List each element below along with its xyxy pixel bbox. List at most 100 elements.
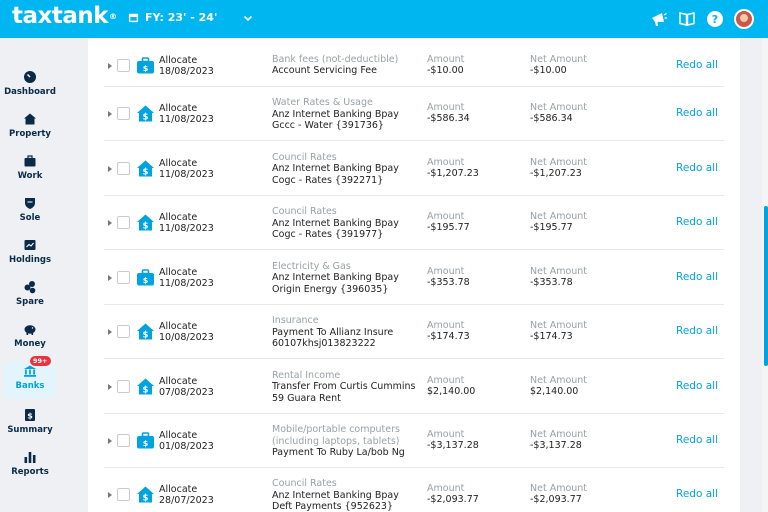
table-row[interactable]: $ Allocate 01/08/2023 Mobile/portable compu… xyxy=(104,414,724,468)
row-checkbox[interactable] xyxy=(117,325,130,338)
allocate-status[interactable]: Allocate xyxy=(159,158,214,169)
description-line1: Anz Internet Banking Bpay xyxy=(272,163,399,174)
amount-value: -$174.73 xyxy=(427,331,470,342)
net-amount-cell: Net Amount -$174.73 xyxy=(530,320,587,342)
fy-selector[interactable]: FY: 23' - 24' xyxy=(128,11,253,24)
amount-header: Amount xyxy=(427,374,465,386)
shield-icon xyxy=(25,198,35,209)
amount-cell: Amount -$586.34 xyxy=(427,102,470,124)
redo-all-link[interactable]: Redo all xyxy=(676,380,718,392)
net-amount-header: Net Amount xyxy=(530,483,588,494)
table-row[interactable]: $ Allocate 10/08/2023 Insurance Payment To A… xyxy=(104,305,724,359)
piggy-bank-icon xyxy=(24,325,36,335)
category-label: Council Rates xyxy=(272,206,337,217)
net-amount-cell: Net Amount -$3,137.28 xyxy=(530,429,587,451)
property-category-icon: $ xyxy=(136,322,155,341)
category-label: Mobile/portable computers xyxy=(272,424,400,435)
sidebar-item-property[interactable]: Property xyxy=(4,110,56,148)
row-checkbox[interactable] xyxy=(117,216,130,229)
allocate-status[interactable]: Allocate xyxy=(159,321,214,332)
row-checkbox[interactable] xyxy=(117,488,130,501)
sidebar-item-banks[interactable]: Banks 99+ xyxy=(4,356,56,398)
taxtank-logo[interactable]: taxtank® xyxy=(12,3,117,29)
expand-caret-icon[interactable] xyxy=(108,111,112,117)
allocate-status[interactable]: Allocate xyxy=(159,484,214,495)
sidebar: Dashboard Property Work Sole Holdings Sp… xyxy=(0,38,60,512)
net-amount-value: -$586.34 xyxy=(530,113,573,124)
table-row[interactable]: $ Allocate 28/07/2023 Council Rates Anz Inte… xyxy=(104,468,724,512)
allocate-status[interactable]: Allocate xyxy=(159,55,214,66)
expand-caret-icon[interactable] xyxy=(108,438,112,444)
allocate-status[interactable]: Allocate xyxy=(159,103,214,114)
redo-all-link[interactable]: Redo all xyxy=(676,325,718,337)
redo-all-link[interactable]: Redo all xyxy=(676,216,718,228)
category-label: Council Rates xyxy=(272,151,337,163)
scrollbar-thumb[interactable] xyxy=(764,206,768,366)
sidebar-item-reports[interactable]: Reports xyxy=(4,448,56,486)
row-checkbox[interactable] xyxy=(117,434,130,447)
expand-caret-icon[interactable] xyxy=(108,165,112,172)
expand-caret-icon[interactable] xyxy=(108,274,112,281)
table-row[interactable]: $ Allocate 11/08/2023 Electricity & Gas Anz … xyxy=(104,250,724,305)
book-icon[interactable] xyxy=(678,10,696,28)
table-row[interactable]: $ Allocate 11/08/2023 Water Rates & Usage An… xyxy=(104,87,724,141)
description: Water Rates & Usage Anz Internet Banking … xyxy=(272,97,422,132)
amount-cell: Amount -$2,093.77 xyxy=(427,483,479,505)
megaphone-icon[interactable] xyxy=(650,10,668,28)
amount-value: -$195.77 xyxy=(427,222,470,233)
row-checkbox[interactable] xyxy=(117,107,130,120)
allocate-status[interactable]: Allocate xyxy=(159,212,214,223)
allocate-status[interactable]: Allocate xyxy=(159,267,214,278)
amount-cell: Amount $2,140.00 xyxy=(427,375,475,397)
status-date: Allocate 11/08/2023 xyxy=(159,158,214,180)
redo-all-link[interactable]: Redo all xyxy=(676,162,718,174)
table-row[interactable]: $ Allocate 07/08/2023 Rental Income Transfer… xyxy=(104,359,724,414)
description-line1: Account Servicing Fee xyxy=(272,65,377,76)
allocate-status[interactable]: Allocate xyxy=(159,376,214,387)
fy-label: FY: 23' - 24' xyxy=(145,11,218,24)
sidebar-item-holdings[interactable]: Holdings xyxy=(4,236,56,274)
sidebar-item-label: Reports xyxy=(11,467,49,477)
table-row[interactable]: $ Allocate 11/08/2023 Council Rates Anz Inte… xyxy=(104,196,724,250)
amount-header: Amount xyxy=(427,156,465,168)
row-checkbox[interactable] xyxy=(117,58,130,72)
expand-caret-icon[interactable] xyxy=(108,329,112,335)
row-checkbox[interactable] xyxy=(117,161,130,175)
avatar[interactable] xyxy=(734,9,754,29)
sidebar-item-sole[interactable]: Sole xyxy=(4,194,56,232)
net-amount-header: Net Amount xyxy=(530,156,588,168)
table-row[interactable]: $ Allocate 18/08/2023 Bank fees (not-deduct… xyxy=(104,44,724,87)
sidebar-item-work[interactable]: Work xyxy=(4,152,56,190)
sidebar-item-money[interactable]: Money xyxy=(4,320,56,358)
briefcase-icon xyxy=(24,155,36,167)
notification-badge: 99+ xyxy=(30,356,51,366)
sidebar-item-spare[interactable]: Spare xyxy=(4,278,56,316)
amount-value: -$2,093.77 xyxy=(427,494,479,505)
transaction-date: 11/08/2023 xyxy=(159,223,214,234)
transaction-date: 18/08/2023 xyxy=(159,65,214,77)
sidebar-item-summary[interactable]: $ Summary xyxy=(4,406,56,444)
redo-all-link[interactable]: Redo all xyxy=(676,59,718,71)
redo-all-link[interactable]: Redo all xyxy=(676,107,718,119)
row-checkbox[interactable] xyxy=(117,270,130,284)
net-amount-value: -$3,137.28 xyxy=(530,440,582,451)
svg-text:$: $ xyxy=(143,64,149,73)
expand-caret-icon[interactable] xyxy=(108,383,112,390)
sidebar-item-dashboard[interactable]: Dashboard xyxy=(4,68,56,106)
redo-all-link[interactable]: Redo all xyxy=(676,271,718,283)
top-bar: taxtank® FY: 23' - 24' ? xyxy=(0,0,768,38)
help-icon[interactable]: ? xyxy=(706,10,724,28)
net-amount-value: -$2,093.77 xyxy=(530,494,582,505)
net-amount-header: Net Amount xyxy=(530,320,588,331)
redo-all-link[interactable]: Redo all xyxy=(676,434,718,446)
description-line2: Gccc - Water {391736} xyxy=(272,120,384,131)
row-checkbox[interactable] xyxy=(117,379,130,393)
expand-caret-icon[interactable] xyxy=(108,220,112,226)
table-row[interactable]: $ Allocate 11/08/2023 Council Rates Anz Inte… xyxy=(104,141,724,196)
amount-header: Amount xyxy=(427,211,465,222)
redo-all-link[interactable]: Redo all xyxy=(676,488,718,500)
work-category-icon: $ xyxy=(136,431,155,450)
allocate-status[interactable]: Allocate xyxy=(159,430,214,441)
expand-caret-icon[interactable] xyxy=(108,492,112,498)
expand-caret-icon[interactable] xyxy=(108,62,112,69)
